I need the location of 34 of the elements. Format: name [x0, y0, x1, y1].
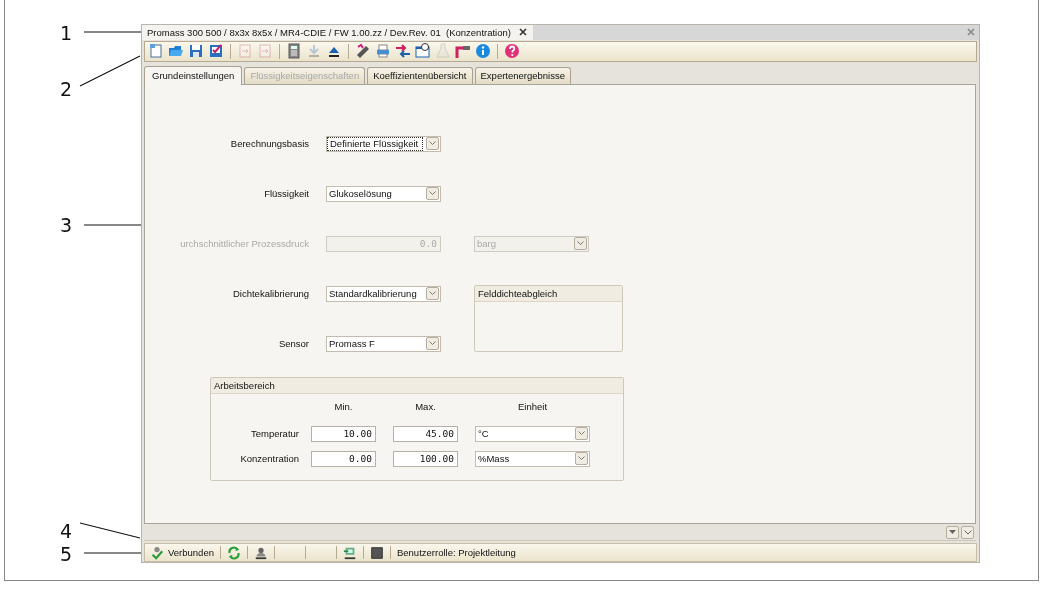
field-label: urchschnittlicher Prozessdruck — [179, 238, 309, 250]
callout-number: 5 — [60, 543, 74, 565]
dropdown[interactable]: Standardkalibrierung — [326, 285, 441, 302]
number-field[interactable]: 100.00 — [393, 450, 458, 467]
dropdown[interactable]: Glukoselösung — [326, 185, 441, 202]
document-tab[interactable]: Promass 300 500 / 8x3x 8x5x / MR4-CDIE / FW 1.00.zz / Dev.Rev. 01 (Konzentration) — [142, 25, 533, 40]
number-field[interactable]: 45.00 — [393, 425, 458, 442]
tab[interactable]: Koeffizientenübersicht — [367, 66, 473, 84]
row-label: Temperatur — [249, 428, 299, 440]
field-label: Dichtekalibrierung — [231, 288, 309, 300]
field-label: Berechnungsbasis — [229, 138, 309, 150]
column-header: Min. — [333, 400, 354, 414]
status-text: Verbunden — [168, 547, 214, 559]
callout-number: 2 — [60, 78, 74, 100]
column-header: Einheit — [516, 400, 549, 414]
status-text: Benutzerrolle: Projektleitung — [396, 547, 516, 559]
callout-number: 3 — [60, 214, 74, 236]
group-title: Arbeitsbereich — [211, 377, 623, 394]
window-title: Promass 300 500 / 8x3x 8x5x / MR4-CDIE / FW 1.00.zz / Dev.Rev. 01 (Konzentration) — [147, 26, 511, 38]
callout-number: 1 — [60, 22, 74, 44]
tab[interactable]: Grundeinstellungen — [144, 65, 243, 85]
number-field[interactable]: 0.00 — [311, 450, 376, 467]
number-field[interactable]: 10.00 — [311, 425, 376, 442]
dropdown[interactable]: Definierte Flüssigkeit — [326, 135, 441, 152]
dropdown[interactable]: Promass F — [326, 335, 441, 352]
field-label: Sensor — [277, 338, 309, 350]
column-header: Max. — [414, 400, 437, 414]
group-title: Felddichteabgleich — [475, 285, 622, 302]
tab[interactable]: Expertenergebnisse — [474, 66, 571, 84]
dropdown[interactable]: °C — [475, 425, 590, 442]
field-label: Flüssigkeit — [263, 188, 309, 200]
dropdown[interactable]: %Mass — [475, 450, 590, 467]
row-label: Konzentration — [239, 453, 299, 465]
callout-number: 4 — [60, 520, 74, 542]
